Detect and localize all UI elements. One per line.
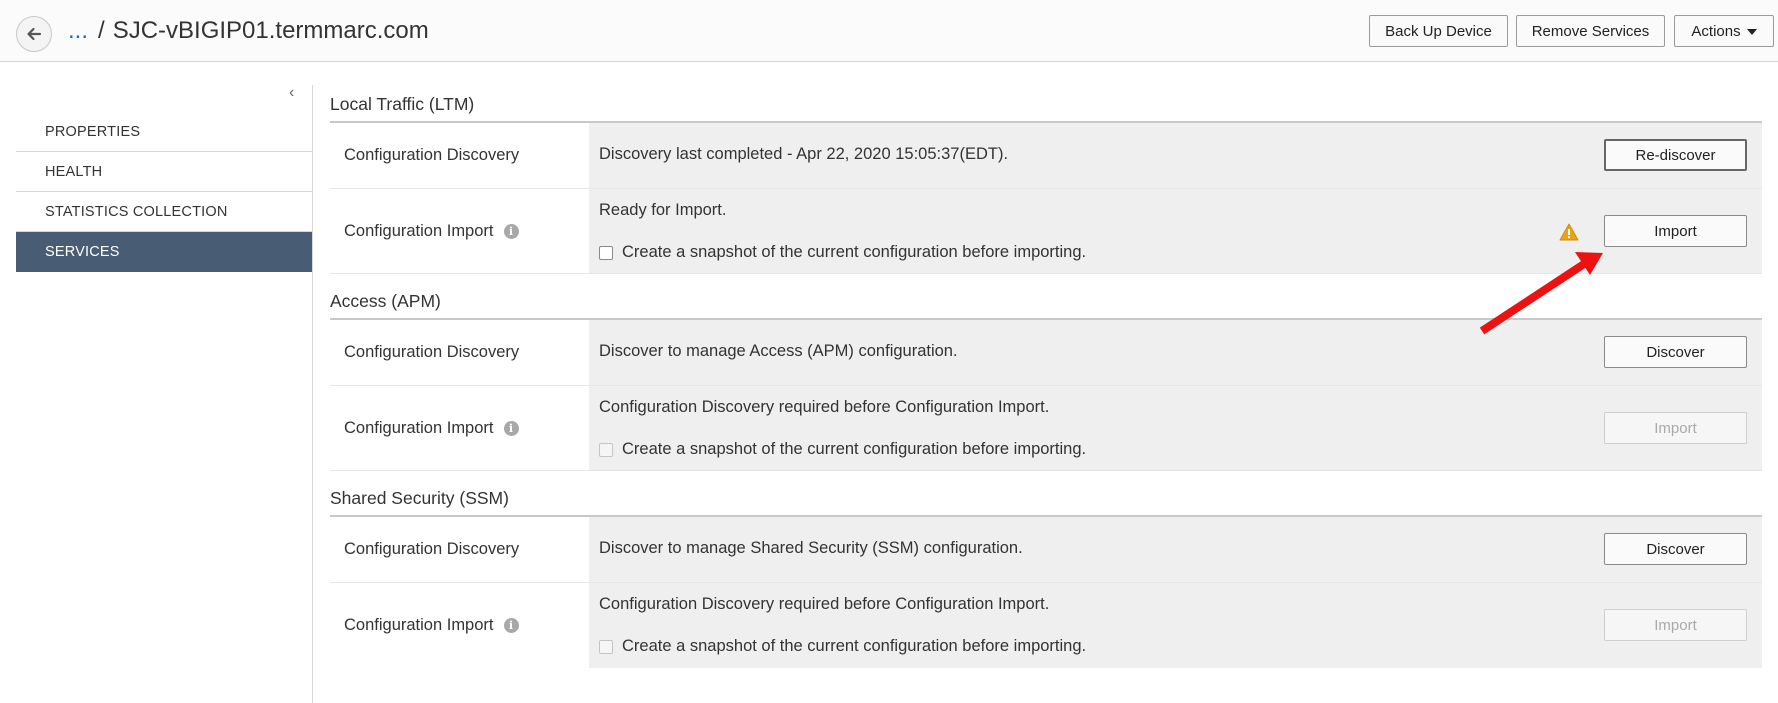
row-label: Configuration Discovery <box>330 320 589 385</box>
actions-dropdown-button[interactable]: Actions <box>1674 15 1774 47</box>
discovery-status-text: Discover to manage Access (APM) configur… <box>599 342 958 360</box>
discovery-status-text: Discover to manage Shared Security (SSM)… <box>599 539 1023 557</box>
page-header: ... / SJC-vBIGIP01.termmarc.com Back Up De… <box>0 0 1778 62</box>
row-content: Configuration Discovery required before … <box>589 583 1762 668</box>
sidebar-item-health[interactable]: HEALTH <box>16 152 312 192</box>
import-status-text: Configuration Discovery required before … <box>599 398 1050 416</box>
ssm-import-button: Import <box>1604 609 1747 641</box>
row-label: Configuration Import i <box>330 386 589 470</box>
row-content: Discover to manage Access (APM) configur… <box>589 320 1762 385</box>
actions-label: Actions <box>1691 22 1741 40</box>
warning-icon <box>1559 223 1579 241</box>
import-status-text: Configuration Discovery required before … <box>599 595 1050 613</box>
info-icon[interactable]: i <box>503 618 519 633</box>
section-title-apm: Access (APM) <box>330 282 1762 320</box>
row-label-text: Configuration Import <box>344 418 494 437</box>
row-label: Configuration Import i <box>330 189 589 273</box>
ssm-snapshot-checkbox-label: Create a snapshot of the current configu… <box>599 637 1086 656</box>
services-panel: Local Traffic (LTM) Configuration Discov… <box>330 85 1762 668</box>
row-label: Configuration Import i <box>330 583 589 668</box>
arrow-left-icon <box>27 27 42 41</box>
ltm-discovery-row: Configuration Discovery Discovery last c… <box>330 123 1762 189</box>
row-content: Discover to manage Shared Security (SSM)… <box>589 517 1762 582</box>
ltm-import-row: Configuration Import i Ready for Import. … <box>330 189 1762 274</box>
apm-import-button: Import <box>1604 412 1747 444</box>
row-label-text: Configuration Discovery <box>344 146 520 164</box>
row-label-text: Configuration Import <box>344 221 494 240</box>
sidebar-divider <box>312 85 313 703</box>
breadcrumb-parent-link[interactable]: ... <box>68 17 88 44</box>
apm-discovery-row: Configuration Discovery Discover to mana… <box>330 320 1762 386</box>
apm-snapshot-checkbox-label: Create a snapshot of the current configu… <box>599 440 1086 459</box>
apm-import-row: Configuration Import i Configuration Disc… <box>330 386 1762 471</box>
discovery-status-text: Discovery last completed - Apr 22, 2020 … <box>599 145 1009 163</box>
row-label-text: Configuration Import <box>344 616 494 634</box>
ssm-snapshot-checkbox <box>599 639 613 654</box>
row-content: Ready for Import. Create a snapshot of t… <box>589 189 1762 273</box>
back-up-device-button[interactable]: Back Up Device <box>1369 15 1508 47</box>
ltm-rediscover-button[interactable]: Re-discover <box>1604 139 1747 171</box>
row-label: Configuration Discovery <box>330 123 589 188</box>
sidebar-nav: PROPERTIES HEALTH STATISTICS COLLECTION … <box>16 85 312 272</box>
caret-down-icon <box>1746 28 1757 35</box>
ssm-import-row: Configuration Import i Configuration Disc… <box>330 583 1762 668</box>
remove-services-button[interactable]: Remove Services <box>1516 15 1665 47</box>
ltm-import-button[interactable]: Import <box>1604 215 1747 247</box>
section-title-ssm: Shared Security (SSM) <box>330 479 1762 517</box>
breadcrumb: ... / SJC-vBIGIP01.termmarc.com <box>68 17 429 45</box>
breadcrumb-separator: / <box>98 17 105 44</box>
sidebar-item-services[interactable]: SERVICES <box>16 232 312 272</box>
info-icon[interactable]: i <box>503 223 519 239</box>
ltm-snapshot-checkbox[interactable] <box>599 245 613 260</box>
snapshot-text: Create a snapshot of the current configu… <box>622 440 1087 458</box>
snapshot-text: Create a snapshot of the current configu… <box>622 243 1087 261</box>
section-title-ltm: Local Traffic (LTM) <box>330 85 1762 123</box>
page-title: SJC-vBIGIP01.termmarc.com <box>112 17 429 44</box>
ssm-discovery-row: Configuration Discovery Discover to mana… <box>330 517 1762 583</box>
row-label-text: Configuration Discovery <box>344 540 520 558</box>
apm-discover-button[interactable]: Discover <box>1604 336 1747 368</box>
sidebar-item-statistics-collection[interactable]: STATISTICS COLLECTION <box>16 192 312 232</box>
row-content: Discovery last completed - Apr 22, 2020 … <box>589 123 1762 188</box>
ssm-discover-button[interactable]: Discover <box>1604 533 1747 565</box>
back-button[interactable] <box>16 16 52 52</box>
ltm-snapshot-checkbox-label[interactable]: Create a snapshot of the current configu… <box>599 243 1086 262</box>
snapshot-text: Create a snapshot of the current configu… <box>622 637 1087 655</box>
sidebar-item-properties[interactable]: PROPERTIES <box>16 112 312 152</box>
row-content: Configuration Discovery required before … <box>589 386 1762 470</box>
row-label: Configuration Discovery <box>330 517 589 582</box>
import-status-text: Ready for Import. <box>599 201 727 219</box>
apm-snapshot-checkbox <box>599 442 613 457</box>
row-label-text: Configuration Discovery <box>344 343 520 361</box>
info-icon[interactable]: i <box>503 420 519 436</box>
